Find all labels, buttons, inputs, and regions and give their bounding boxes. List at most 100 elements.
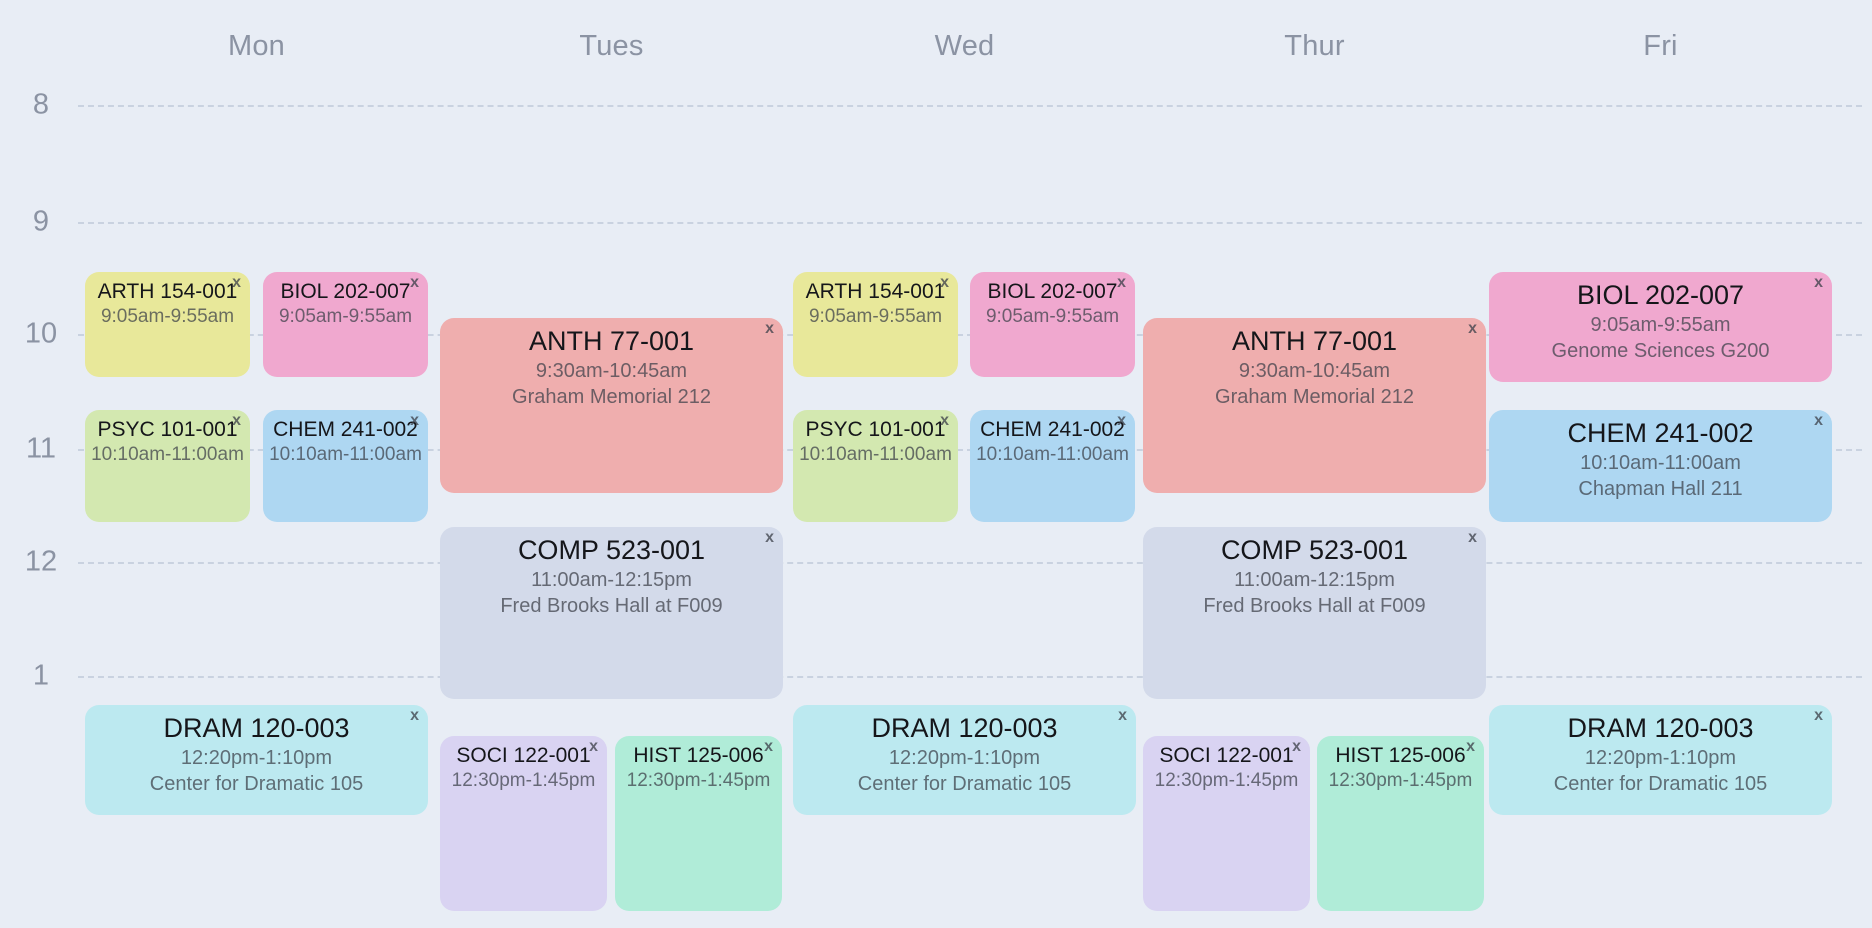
course-title: BIOL 202-007 (1576, 280, 1745, 310)
course-title: COMP 523-001 (1220, 535, 1409, 565)
close-icon[interactable]: x (1468, 321, 1477, 337)
close-icon[interactable]: x (1117, 275, 1126, 291)
day-header-tues: Tues (579, 30, 644, 62)
hour-label-11: 11 (25, 432, 57, 465)
course-title: DRAM 120-003 (871, 713, 1058, 743)
hour-label-1: 1 (32, 659, 50, 692)
course-title: CHEM 241-002 (273, 418, 418, 441)
course-block[interactable]: x COMP 523-001 11:00am-12:15pm Fred Brooks … (440, 527, 783, 699)
course-location: Center for Dramatic 105 (1553, 772, 1768, 795)
course-time: 12:30pm-1:45pm (1328, 769, 1473, 791)
close-icon[interactable]: x (765, 321, 774, 337)
course-title: ANTH 77-001 (528, 326, 695, 356)
course-title: CHEM 241-002 (980, 418, 1125, 441)
close-icon[interactable]: x (764, 739, 773, 755)
course-location: Fred Brooks Hall at F009 (1203, 594, 1426, 617)
course-title: BIOL 202-007 (987, 280, 1118, 303)
hour-gridline-12 (78, 562, 1862, 564)
course-block[interactable]: x SOCI 122-001 12:30pm-1:45pm (1143, 736, 1310, 911)
course-time: 9:05am-9:55am (1590, 313, 1731, 336)
course-title: SOCI 122-001 (456, 744, 591, 767)
course-location: Graham Memorial 212 (512, 385, 711, 408)
course-time: 12:30pm-1:45pm (626, 769, 771, 791)
close-icon[interactable]: x (232, 275, 241, 291)
hour-label-10: 10 (24, 317, 58, 350)
close-icon[interactable]: x (765, 530, 774, 546)
course-block[interactable]: x SOCI 122-001 12:30pm-1:45pm (440, 736, 607, 911)
course-time: 9:05am-9:55am (808, 305, 943, 327)
close-icon[interactable]: x (410, 413, 419, 429)
course-location: Graham Memorial 212 (1215, 385, 1414, 408)
close-icon[interactable]: x (1814, 275, 1823, 291)
course-time: 12:30pm-1:45pm (1154, 769, 1299, 791)
course-block[interactable]: x PSYC 101-001 10:10am-11:00am (85, 410, 250, 522)
course-time: 10:10am-11:00am (91, 443, 244, 465)
course-location: Center for Dramatic 105 (149, 772, 364, 795)
course-title: HIST 125-006 (633, 744, 764, 767)
course-block[interactable]: x BIOL 202-007 9:05am-9:55am Genome Science… (1489, 272, 1832, 382)
course-block[interactable]: x BIOL 202-007 9:05am-9:55am (970, 272, 1135, 377)
course-block[interactable]: x DRAM 120-003 12:20pm-1:10pm Center for Dr… (1489, 705, 1832, 815)
course-title: ARTH 154-001 (97, 280, 238, 303)
course-time: 9:30am-10:45am (1238, 359, 1391, 382)
course-time: 12:20pm-1:10pm (180, 746, 333, 769)
course-block[interactable]: x PSYC 101-001 10:10am-11:00am (793, 410, 958, 522)
course-time: 10:10am-11:00am (976, 443, 1129, 465)
hour-gridline-1 (78, 676, 1862, 678)
course-time: 10:10am-11:00am (799, 443, 952, 465)
course-title: PSYC 101-001 (805, 418, 946, 441)
close-icon[interactable]: x (940, 413, 949, 429)
hour-label-9: 9 (32, 205, 50, 238)
close-icon[interactable]: x (1117, 413, 1126, 429)
course-time: 12:30pm-1:45pm (451, 769, 596, 791)
close-icon[interactable]: x (1468, 530, 1477, 546)
close-icon[interactable]: x (232, 413, 241, 429)
course-block[interactable]: x COMP 523-001 11:00am-12:15pm Fred Brooks … (1143, 527, 1486, 699)
weekly-schedule-calendar: 8 9 10 11 12 1 Mon Tues Wed Thur Fri x ARTH 154-00… (0, 0, 1872, 928)
course-block[interactable]: x HIST 125-006 12:30pm-1:45pm (615, 736, 782, 911)
course-time: 9:30am-10:45am (535, 359, 688, 382)
course-block[interactable]: x CHEM 241-002 10:10am-11:00am (263, 410, 428, 522)
course-time: 9:05am-9:55am (100, 305, 235, 327)
course-title: PSYC 101-001 (97, 418, 238, 441)
course-title: COMP 523-001 (517, 535, 706, 565)
course-block[interactable]: x ANTH 77-001 9:30am-10:45am Graham Memoria… (1143, 318, 1486, 493)
close-icon[interactable]: x (410, 708, 419, 724)
day-header-thur: Thur (1284, 30, 1345, 62)
close-icon[interactable]: x (940, 275, 949, 291)
close-icon[interactable]: x (1292, 739, 1301, 755)
course-title: CHEM 241-002 (1567, 418, 1754, 448)
hour-gridline-9 (78, 222, 1862, 224)
day-header-fri: Fri (1643, 30, 1678, 62)
course-block[interactable]: x DRAM 120-003 12:20pm-1:10pm Center for Dr… (793, 705, 1136, 815)
close-icon[interactable]: x (1814, 708, 1823, 724)
course-block[interactable]: x ARTH 154-001 9:05am-9:55am (85, 272, 250, 377)
course-time: 12:20pm-1:10pm (1584, 746, 1737, 769)
course-time: 10:10am-11:00am (1580, 451, 1741, 474)
course-block[interactable]: x HIST 125-006 12:30pm-1:45pm (1317, 736, 1484, 911)
day-header-wed: Wed (934, 30, 995, 62)
close-icon[interactable]: x (410, 275, 419, 291)
close-icon[interactable]: x (1814, 413, 1823, 429)
course-title: ARTH 154-001 (805, 280, 946, 303)
course-location: Genome Sciences G200 (1551, 339, 1770, 362)
course-location: Fred Brooks Hall at F009 (500, 594, 723, 617)
course-block[interactable]: x BIOL 202-007 9:05am-9:55am (263, 272, 428, 377)
course-time: 9:05am-9:55am (985, 305, 1120, 327)
course-block[interactable]: x ANTH 77-001 9:30am-10:45am Graham Memoria… (440, 318, 783, 493)
course-time: 12:20pm-1:10pm (888, 746, 1041, 769)
course-title: BIOL 202-007 (280, 280, 411, 303)
hour-label-8: 8 (32, 88, 50, 121)
course-location: Chapman Hall 211 (1578, 477, 1743, 500)
course-time: 11:00am-12:15pm (1234, 568, 1395, 591)
course-title: DRAM 120-003 (1567, 713, 1754, 743)
course-title: HIST 125-006 (1335, 744, 1466, 767)
close-icon[interactable]: x (589, 739, 598, 755)
course-time: 9:05am-9:55am (278, 305, 413, 327)
course-block[interactable]: x CHEM 241-002 10:10am-11:00am Chapman Hall… (1489, 410, 1832, 522)
course-block[interactable]: x DRAM 120-003 12:20pm-1:10pm Center for Dr… (85, 705, 428, 815)
course-block[interactable]: x CHEM 241-002 10:10am-11:00am (970, 410, 1135, 522)
course-block[interactable]: x ARTH 154-001 9:05am-9:55am (793, 272, 958, 377)
close-icon[interactable]: x (1118, 708, 1127, 724)
close-icon[interactable]: x (1466, 739, 1475, 755)
